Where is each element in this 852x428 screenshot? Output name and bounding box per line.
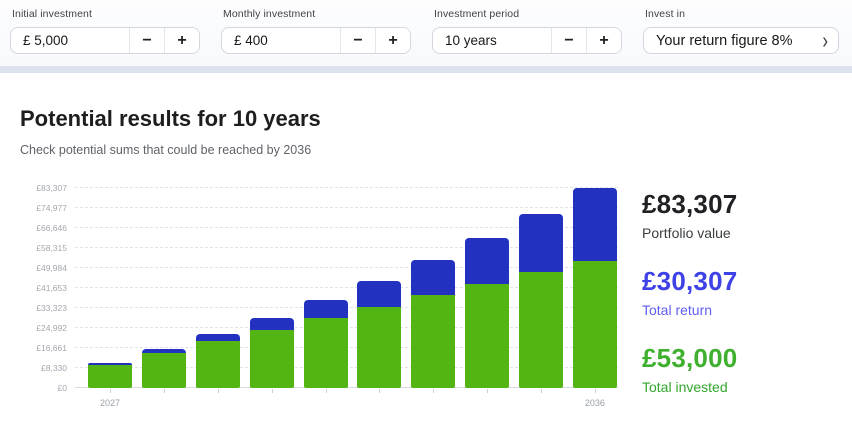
portfolio-value-amount: £83,307: [642, 188, 737, 220]
summary-panel: £83,307 Portfolio value £30,307 Total re…: [642, 188, 737, 419]
monthly-investment-box: − +: [221, 27, 411, 54]
investment-period-control: Investment period − +: [432, 8, 622, 66]
bar-invested-segment: [196, 341, 240, 388]
page-title: Potential results for 10 years: [20, 105, 832, 133]
bar-invested-segment: [304, 318, 348, 388]
bar-return-segment: [250, 318, 294, 330]
bar-2036[interactable]: 2036: [573, 188, 617, 388]
investment-period-input[interactable]: [433, 28, 551, 53]
bar-return-segment: [411, 260, 455, 295]
bar-return-segment: [465, 238, 509, 284]
bar-invested-segment: [465, 284, 509, 388]
y-axis-label: £66,646: [36, 223, 67, 233]
total-invested-amount: £53,000: [642, 342, 737, 374]
bar-invested-segment: [411, 295, 455, 388]
invest-in-select[interactable]: Your return figure 8% ›: [643, 27, 839, 54]
investment-period-label: Investment period: [434, 8, 622, 20]
chart-bars: 2027 2036: [75, 188, 618, 388]
initial-investment-increment-button[interactable]: +: [164, 28, 199, 53]
bar-invested-segment: [357, 307, 401, 388]
bar-2032[interactable]: [357, 281, 401, 388]
y-axis-label: £16,661: [36, 343, 67, 353]
bar-2031[interactable]: [304, 300, 348, 388]
invest-in-label: Invest in: [645, 8, 839, 20]
bar-2033[interactable]: [411, 260, 455, 388]
page-subtitle: Check potential sums that could be reach…: [20, 143, 832, 158]
chart-plot: 2027 2036: [75, 188, 618, 388]
y-axis-label: £24,992: [36, 323, 67, 333]
portfolio-value-label: Portfolio value: [642, 224, 737, 242]
bar-2030[interactable]: [250, 318, 294, 388]
portfolio-value-item: £83,307 Portfolio value: [642, 188, 737, 242]
controls-bar: Initial investment − + Monthly investmen…: [0, 0, 852, 73]
invest-in-control: Invest in Your return figure 8% ›: [643, 8, 839, 66]
total-invested-item: £53,000 Total invested: [642, 342, 737, 396]
bar-2027[interactable]: 2027: [88, 363, 132, 389]
y-axis-label: £83,307: [36, 183, 67, 193]
y-axis-label: £49,984: [36, 263, 67, 273]
total-return-label: Total return: [642, 301, 737, 319]
projection-chart: £0 £8,330 £16,661 £24,992 £33,323 £41,653 £49,…: [20, 188, 618, 410]
bar-invested-segment: [573, 261, 617, 388]
x-axis-tick: [541, 389, 542, 393]
chart-row: £0 £8,330 £16,661 £24,992 £33,323 £41,653 £49,…: [20, 188, 832, 419]
bar-invested-segment: [519, 272, 563, 388]
investment-period-increment-button[interactable]: +: [586, 28, 621, 53]
monthly-investment-increment-button[interactable]: +: [375, 28, 410, 53]
bar-invested-segment: [250, 330, 294, 388]
bar-2034[interactable]: [465, 238, 509, 388]
invest-in-selected-value: Your return figure 8%: [656, 33, 793, 49]
x-axis-tick: [164, 389, 165, 393]
x-axis-tick: [487, 389, 488, 393]
monthly-investment-control: Monthly investment − +: [221, 8, 411, 66]
initial-investment-input[interactable]: [11, 28, 129, 53]
y-axis-label: £41,653: [36, 283, 67, 293]
bar-invested-segment: [142, 353, 186, 388]
x-axis-tick: [595, 389, 596, 393]
x-axis-label: 2036: [585, 398, 605, 408]
x-axis-tick: [272, 389, 273, 393]
bar-2028[interactable]: [142, 349, 186, 388]
initial-investment-label: Initial investment: [12, 8, 200, 20]
results-section: Potential results for 10 years Check pot…: [0, 73, 852, 419]
total-return-item: £30,307 Total return: [642, 265, 737, 319]
investment-period-decrement-button[interactable]: −: [551, 28, 586, 53]
total-invested-label: Total invested: [642, 378, 737, 396]
x-axis-tick: [326, 389, 327, 393]
bar-2035[interactable]: [519, 214, 563, 388]
x-axis-tick: [379, 389, 380, 393]
bar-invested-segment: [88, 365, 132, 389]
initial-investment-decrement-button[interactable]: −: [129, 28, 164, 53]
bar-return-segment: [573, 188, 617, 261]
bar-return-segment: [519, 214, 563, 272]
x-axis-tick: [110, 389, 111, 393]
chevron-right-icon: ›: [822, 29, 828, 52]
total-return-amount: £30,307: [642, 265, 737, 297]
y-axis-label: £58,315: [36, 243, 67, 253]
y-axis-label: £33,323: [36, 303, 67, 313]
initial-investment-box: − +: [10, 27, 200, 54]
bar-return-segment: [357, 281, 401, 307]
initial-investment-control: Initial investment − +: [10, 8, 200, 66]
bar-2029[interactable]: [196, 334, 240, 388]
bar-return-segment: [196, 334, 240, 342]
bar-return-segment: [304, 300, 348, 319]
x-axis-tick: [433, 389, 434, 393]
y-axis-label: £8,330: [41, 363, 67, 373]
x-axis-tick: [218, 389, 219, 393]
monthly-investment-input[interactable]: [222, 28, 340, 53]
x-axis-label: 2027: [100, 398, 120, 408]
y-axis-label: £0: [58, 383, 67, 393]
monthly-investment-decrement-button[interactable]: −: [340, 28, 375, 53]
y-axis-label: £74,977: [36, 203, 67, 213]
investment-period-box: − +: [432, 27, 622, 54]
chart-y-axis: £0£8,330£16,661£24,992£33,323£41,653£49,…: [20, 188, 75, 388]
monthly-investment-label: Monthly investment: [223, 8, 411, 20]
